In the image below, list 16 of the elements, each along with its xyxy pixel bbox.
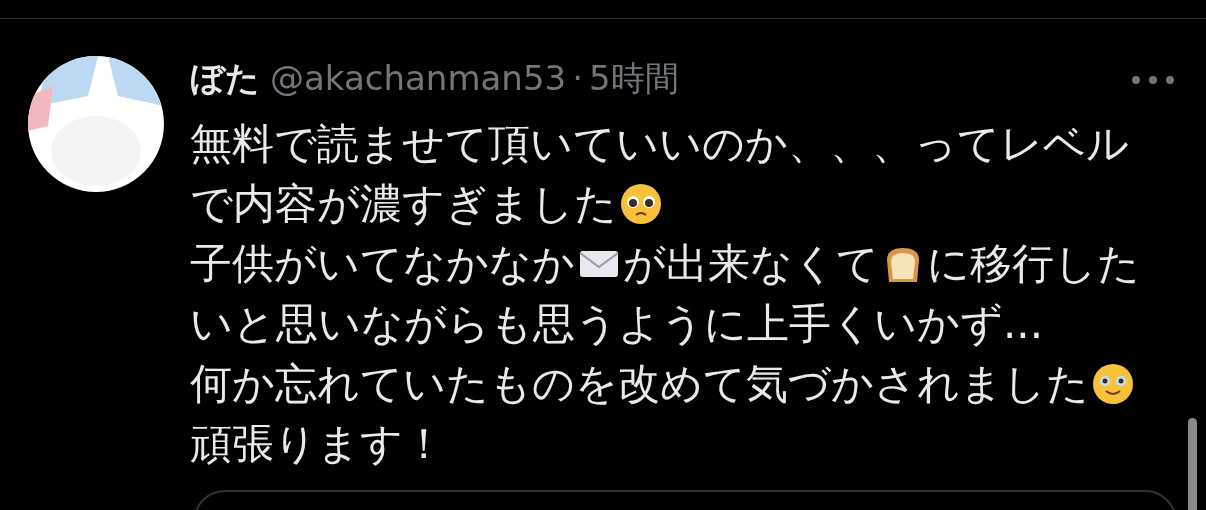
pleading-face-icon	[619, 182, 663, 226]
author-name[interactable]: ぼた	[190, 56, 260, 102]
tweet-text: 子供がいてなかなか	[190, 238, 575, 290]
scrollbar[interactable]	[1188, 418, 1197, 510]
tweet-text: で内容が濃すぎました	[190, 178, 617, 230]
tweet-text: いと思いながらも思うように上手くいかず...	[190, 298, 1044, 350]
timestamp[interactable]: 5時間	[588, 56, 679, 102]
separator: ·	[572, 58, 583, 98]
tweet-text: が出来なくて	[623, 238, 879, 290]
tweet-text: 無料で読ませて頂いていいのか、、、ってレベル	[190, 118, 1129, 170]
more-icon[interactable]	[1130, 74, 1176, 86]
tweet-text: に移行した	[927, 238, 1140, 290]
teary-face-icon	[1091, 362, 1135, 406]
tweet-text: 何か忘れていたものを改めて気づかされました	[190, 358, 1089, 410]
author-handle[interactable]: @akachanman53	[270, 58, 567, 98]
tweet-text: 頑張ります！	[190, 418, 445, 470]
